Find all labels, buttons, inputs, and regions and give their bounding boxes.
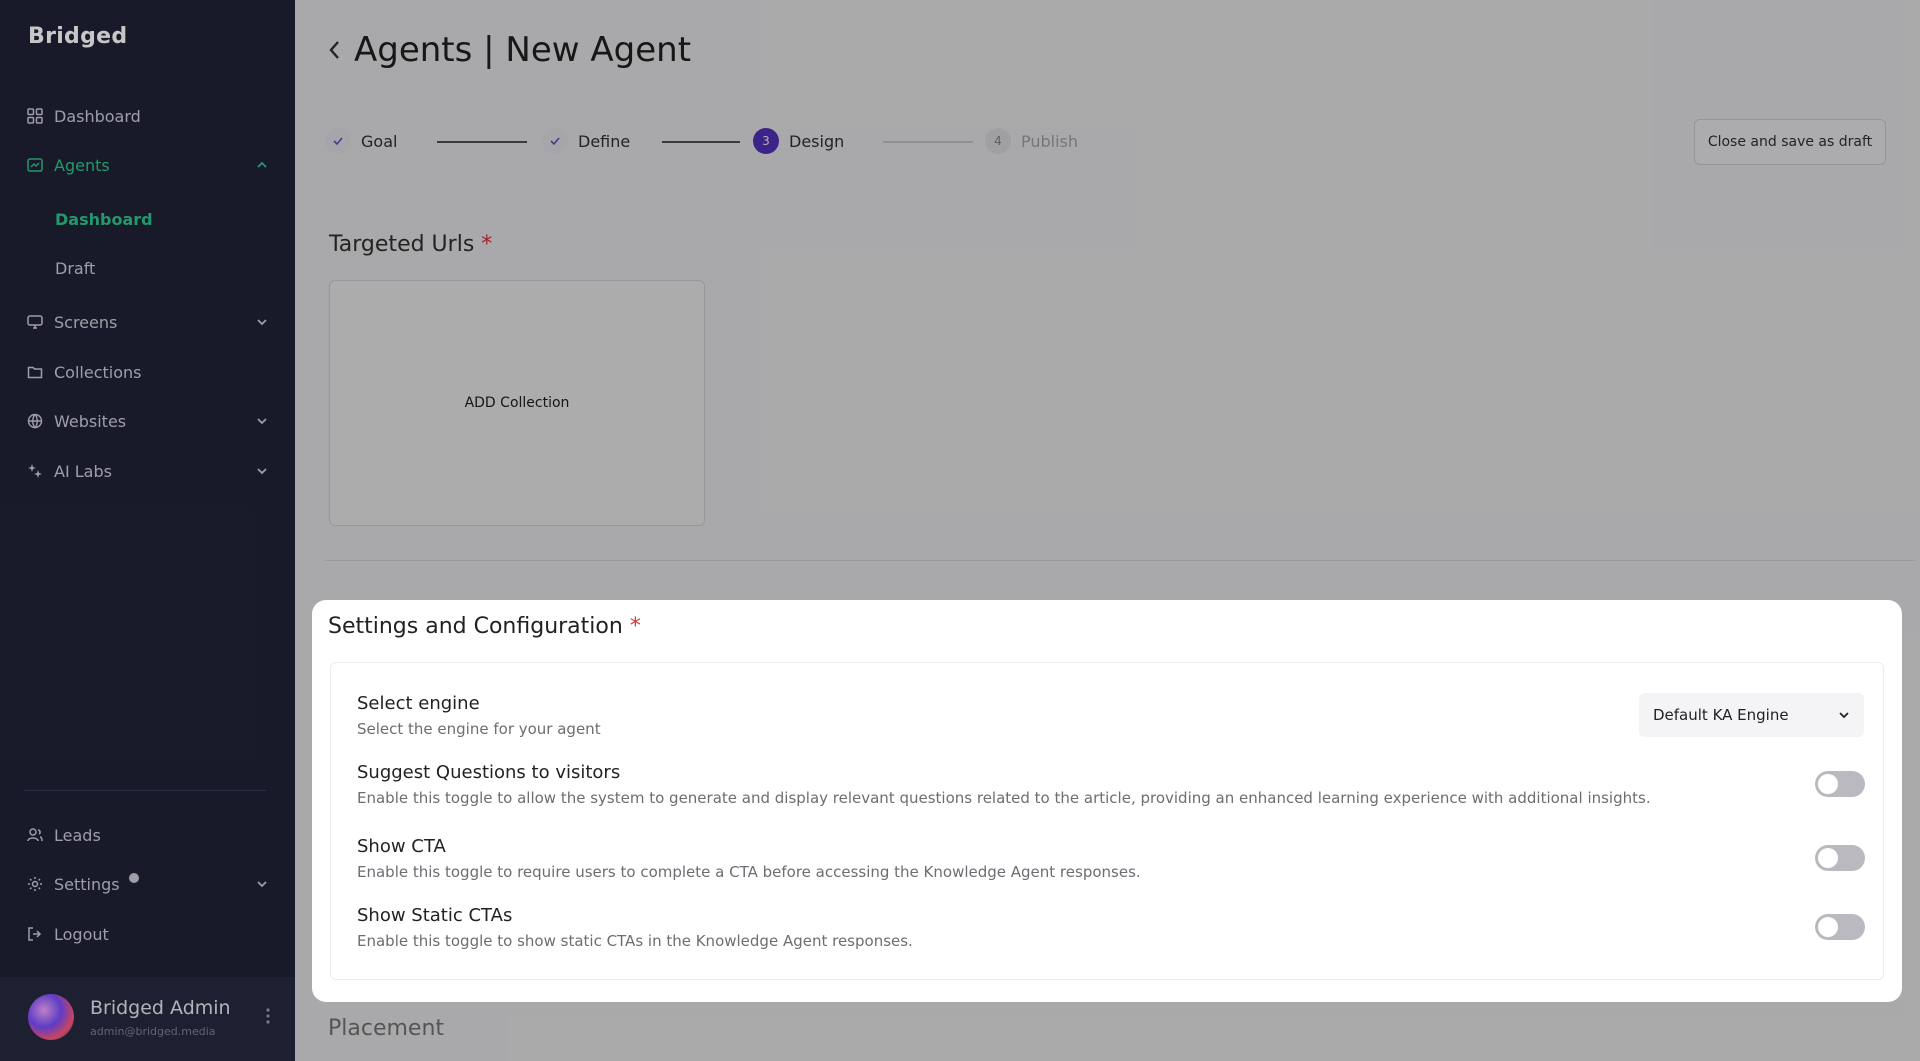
placement-title: Placement bbox=[328, 1016, 445, 1041]
engine-desc: Select the engine for your agent bbox=[357, 720, 601, 738]
suggest-row: Suggest Questions to visitors Enable thi… bbox=[357, 762, 1857, 807]
static-cta-toggle[interactable] bbox=[1815, 914, 1865, 940]
engine-select-value: Default KA Engine bbox=[1653, 706, 1789, 724]
chevron-down-icon bbox=[1836, 707, 1852, 723]
section-title-text: Settings and Configuration bbox=[328, 614, 623, 639]
toggle-knob bbox=[1818, 848, 1838, 868]
cta-label: Show CTA bbox=[357, 836, 446, 857]
toggle-knob bbox=[1818, 774, 1838, 794]
cta-row: Show CTA Enable this toggle to require u… bbox=[357, 836, 1857, 881]
engine-row: Select engine Select the engine for your… bbox=[357, 693, 1857, 738]
static-cta-row: Show Static CTAs Enable this toggle to s… bbox=[357, 905, 1857, 950]
suggest-toggle[interactable] bbox=[1815, 771, 1865, 797]
settings-card: Settings and Configuration * Select engi… bbox=[312, 600, 1902, 1002]
settings-panel: Select engine Select the engine for your… bbox=[330, 662, 1884, 980]
static-cta-label: Show Static CTAs bbox=[357, 905, 513, 926]
static-cta-desc: Enable this toggle to show static CTAs i… bbox=[357, 932, 913, 950]
suggest-label: Suggest Questions to visitors bbox=[357, 762, 621, 783]
sidebar-dim-overlay bbox=[0, 0, 295, 1061]
toggle-knob bbox=[1818, 917, 1838, 937]
cta-desc: Enable this toggle to require users to c… bbox=[357, 863, 1141, 881]
engine-label: Select engine bbox=[357, 693, 480, 714]
cta-toggle[interactable] bbox=[1815, 845, 1865, 871]
settings-title: Settings and Configuration * bbox=[328, 614, 641, 639]
engine-select[interactable]: Default KA Engine bbox=[1639, 693, 1864, 737]
suggest-desc: Enable this toggle to allow the system t… bbox=[357, 789, 1651, 807]
required-marker: * bbox=[629, 614, 641, 639]
